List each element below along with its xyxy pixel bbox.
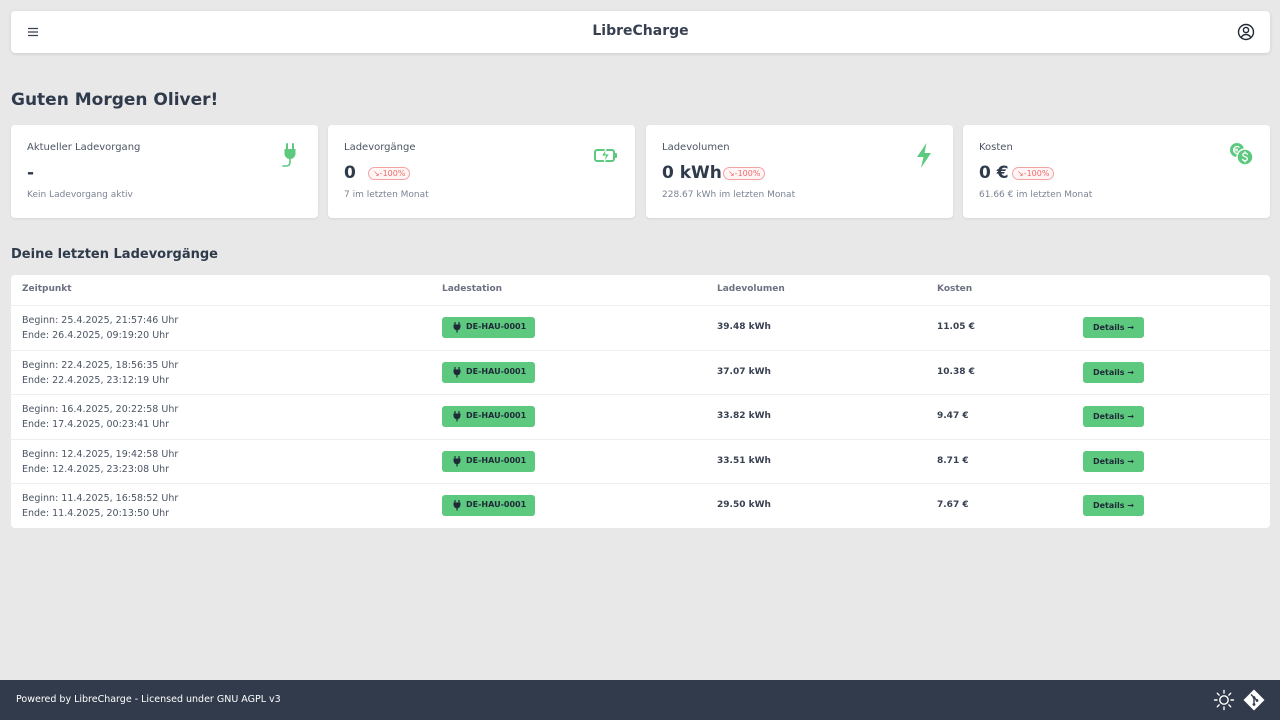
session-time: Beginn: 22.4.2025, 18:56:35 Uhr Ende: 22… — [22, 359, 178, 388]
session-cost: 11.05 € — [937, 322, 975, 332]
table-row: Beginn: 12.4.2025, 19:42:58 Uhr Ende: 12… — [11, 439, 1270, 484]
session-begin: Beginn: 11.4.2025, 16:58:52 Uhr — [22, 493, 179, 504]
session-end: Ende: 11.4.2025, 20:13:50 Uhr — [22, 507, 170, 519]
session-begin: Beginn: 16.4.2025, 20:22:58 Uhr — [22, 404, 179, 415]
station-badge[interactable]: DE-HAU-0001 — [442, 451, 535, 472]
bolt-icon — [910, 141, 938, 169]
session-volume: 33.82 kWh — [717, 411, 771, 421]
details-button[interactable]: Details → — [1083, 362, 1144, 383]
station-label: DE-HAU-0001 — [466, 322, 527, 331]
details-button[interactable]: Details → — [1083, 317, 1144, 338]
card-subtext: Kein Ladevorgang aktiv — [27, 190, 133, 200]
card-costs: Kosten 0 € ↘-100% 61.66 € im letzten Mon… — [963, 125, 1270, 218]
session-begin: Beginn: 25.4.2025, 21:57:46 Uhr — [22, 315, 179, 326]
table-row: Beginn: 11.4.2025, 16:58:52 Uhr Ende: 11… — [11, 483, 1270, 528]
greeting-heading: Guten Morgen Oliver! — [11, 90, 219, 110]
card-charging-sessions: Ladevorgänge 0 ↘-100% 7 im letzten Monat — [328, 125, 635, 218]
battery-charging-icon — [592, 141, 620, 169]
trend-badge: ↘-100% — [1012, 167, 1055, 180]
session-cost: 7.67 € — [937, 500, 969, 510]
card-title: Aktueller Ladevorgang — [27, 142, 141, 153]
session-end: Ende: 12.4.2025, 23:23:08 Uhr — [22, 463, 170, 475]
plug-icon — [453, 411, 461, 422]
station-label: DE-HAU-0001 — [466, 500, 527, 509]
session-end: Ende: 26.4.2025, 09:19:20 Uhr — [22, 329, 170, 341]
station-badge[interactable]: DE-HAU-0001 — [442, 495, 535, 516]
card-title: Ladevorgänge — [344, 142, 416, 153]
table-row: Beginn: 16.4.2025, 20:22:58 Uhr Ende: 17… — [11, 394, 1270, 439]
station-label: DE-HAU-0001 — [466, 411, 527, 420]
station-badge[interactable]: DE-HAU-0001 — [442, 317, 535, 338]
git-icon[interactable] — [1243, 689, 1265, 711]
card-value: 0 € — [979, 163, 1009, 183]
card-subtext: 7 im letzten Monat — [344, 190, 429, 200]
details-button[interactable]: Details → — [1083, 495, 1144, 516]
card-charging-volume: Ladevolumen 0 kWh ↘-100% 228.67 kWh im l… — [646, 125, 953, 218]
session-begin: Beginn: 12.4.2025, 19:42:58 Uhr — [22, 449, 179, 460]
trend-badge: ↘-100% — [723, 167, 766, 180]
session-volume: 39.48 kWh — [717, 322, 771, 332]
card-value: 0 — [344, 163, 356, 183]
column-header-volume: Ladevolumen — [717, 284, 785, 294]
table-row: Beginn: 22.4.2025, 18:56:35 Uhr Ende: 22… — [11, 350, 1270, 395]
card-value: - — [27, 163, 35, 183]
station-label: DE-HAU-0001 — [466, 367, 527, 376]
recent-sessions-heading: Deine letzten Ladevorgänge — [11, 247, 218, 262]
details-button[interactable]: Details → — [1083, 406, 1144, 427]
table-row: Beginn: 25.4.2025, 21:57:46 Uhr Ende: 26… — [11, 305, 1270, 350]
trend-badge: ↘-100% — [368, 167, 411, 180]
session-end: Ende: 22.4.2025, 23:12:19 Uhr — [22, 374, 170, 386]
card-current-charging: Aktueller Ladevorgang - Kein Ladevorgang… — [11, 125, 318, 218]
station-badge[interactable]: DE-HAU-0001 — [442, 406, 535, 427]
session-end: Ende: 17.4.2025, 00:23:41 Uhr — [22, 418, 170, 430]
session-volume: 33.51 kWh — [717, 456, 771, 466]
coins-icon — [1228, 141, 1256, 169]
app-title: LibreCharge — [592, 23, 689, 39]
session-time: Beginn: 16.4.2025, 20:22:58 Uhr Ende: 17… — [22, 403, 178, 432]
column-header-station: Ladestation — [442, 284, 503, 294]
session-time: Beginn: 11.4.2025, 16:58:52 Uhr Ende: 11… — [22, 492, 178, 521]
station-label: DE-HAU-0001 — [466, 456, 527, 465]
footer: Powered by LibreCharge - Licensed under … — [0, 680, 1280, 720]
session-cost: 8.71 € — [937, 456, 969, 466]
top-navbar: LibreCharge — [11, 11, 1270, 53]
session-time: Beginn: 25.4.2025, 21:57:46 Uhr Ende: 26… — [22, 314, 178, 343]
card-subtext: 61.66 € im letzten Monat — [979, 190, 1093, 200]
sun-icon[interactable] — [1213, 689, 1235, 711]
plug-icon — [453, 322, 461, 333]
user-account-icon[interactable] — [1236, 22, 1256, 42]
column-header-costs: Kosten — [937, 284, 973, 294]
card-subtext: 228.67 kWh im letzten Monat — [662, 190, 796, 200]
card-value: 0 kWh — [662, 163, 722, 183]
session-cost: 10.38 € — [937, 367, 975, 377]
session-begin: Beginn: 22.4.2025, 18:56:35 Uhr — [22, 360, 179, 371]
plug-icon — [453, 367, 461, 378]
plug-icon — [453, 456, 461, 467]
session-cost: 9.47 € — [937, 411, 969, 421]
session-volume: 37.07 kWh — [717, 367, 771, 377]
recent-sessions-table: Zeitpunkt Ladestation Ladevolumen Kosten… — [11, 275, 1270, 528]
footer-license-text: Powered by LibreCharge - Licensed under … — [16, 694, 281, 705]
plug-icon — [277, 141, 305, 169]
session-volume: 29.50 kWh — [717, 500, 771, 510]
station-badge[interactable]: DE-HAU-0001 — [442, 362, 535, 383]
card-title: Ladevolumen — [662, 142, 730, 153]
column-header-time: Zeitpunkt — [22, 284, 72, 294]
plug-icon — [453, 500, 461, 511]
details-button[interactable]: Details → — [1083, 451, 1144, 472]
card-title: Kosten — [979, 142, 1013, 153]
session-time: Beginn: 12.4.2025, 19:42:58 Uhr Ende: 12… — [22, 448, 178, 477]
